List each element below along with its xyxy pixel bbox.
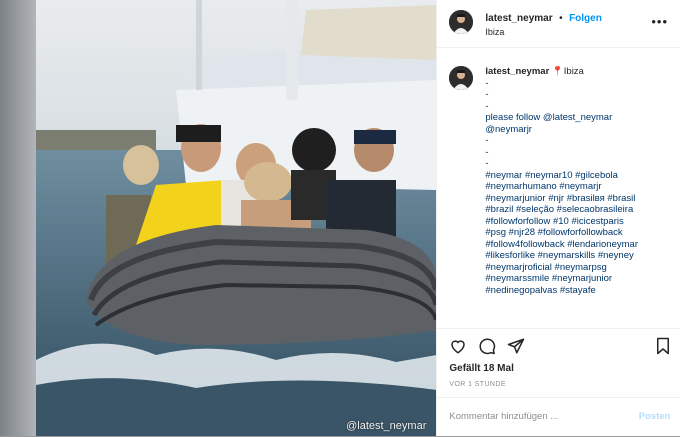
hashtag-line[interactable]: #nedinegopalvas #stayafe <box>485 285 638 297</box>
caption-line: - <box>485 100 489 112</box>
bookmark-icon[interactable] <box>655 337 671 355</box>
post-actions: Gefällt 18 Mal VOR 1 STUNDE Kommentar hi… <box>437 328 680 437</box>
header-location[interactable]: Ibiza <box>485 26 601 39</box>
comment-icon[interactable] <box>478 337 496 355</box>
location-pin-icon: 📍 <box>551 66 564 77</box>
post-timestamp[interactable]: VOR 1 STUNDE <box>449 381 506 388</box>
post-media[interactable]: @latest_neymar <box>36 0 437 436</box>
caption-avatar[interactable] <box>449 66 474 90</box>
post-modal: @latest_neymar latest_neymar • Folgen Ib… <box>36 0 680 436</box>
hashtag-line[interactable]: #brazil #seleção #selecaobrasileira <box>485 204 638 216</box>
caption-mention-line[interactable]: @neymarjr <box>485 124 638 136</box>
post-photo <box>36 0 437 436</box>
caption-text: latest_neymar 📍Ibiza - - - please follow… <box>485 66 638 296</box>
hashtag-line[interactable]: #psg #njr28 #followforfollowback <box>485 227 638 239</box>
caption-line: - <box>485 135 489 146</box>
action-icons <box>437 329 680 363</box>
caption-area: latest_neymar 📍Ibiza - - - please follow… <box>449 66 671 328</box>
share-icon[interactable] <box>507 337 525 355</box>
heart-icon[interactable] <box>449 337 467 355</box>
caption-mention-line[interactable]: please follow @latest_neymar <box>485 112 638 124</box>
caption-location: Ibiza <box>563 66 584 77</box>
caption-line: - <box>485 77 489 89</box>
caption-profile-picture <box>449 66 474 90</box>
header-separator: • <box>559 13 563 24</box>
caption-username[interactable]: latest_neymar <box>485 66 549 77</box>
caption-line: - <box>485 89 489 100</box>
hashtag-line[interactable]: #followforfollow #10 #icicestparis <box>485 216 638 228</box>
post-header: latest_neymar • Folgen Ibiza ••• <box>437 0 680 48</box>
comment-input[interactable]: Kommentar hinzufügen ... <box>449 411 558 422</box>
post-comment-button[interactable]: Posten <box>639 411 671 422</box>
ellipsis-icon[interactable]: ••• <box>651 14 668 29</box>
hashtag-line[interactable]: #neymarjroficial #neymarpsg <box>485 262 638 274</box>
caption-line: - <box>485 158 489 169</box>
watermark-text: @latest_neymar <box>346 420 427 432</box>
hashtag-line[interactable]: #neymarssmile #neymarjunior <box>485 273 638 285</box>
hashtag-line[interactable]: #likesforlike #neymarskills #neyney <box>485 250 638 262</box>
hashtag-line[interactable]: #neymarjunior #njr #brasilвя #brasil <box>485 193 638 205</box>
post-side-panel: latest_neymar • Folgen Ibiza ••• latest_… <box>436 0 680 436</box>
avatar[interactable] <box>449 10 474 34</box>
header-text: latest_neymar • Folgen Ibiza <box>485 10 601 39</box>
follow-button[interactable]: Folgen <box>569 13 602 24</box>
hashtag-line[interactable]: #neymarhumano #neymarjr <box>485 181 638 193</box>
hashtag-line[interactable]: #follow4followback #lendarioneymar <box>485 239 638 251</box>
comment-bar: Kommentar hinzufügen ... Posten <box>437 397 680 437</box>
profile-picture <box>449 10 474 34</box>
header-username[interactable]: latest_neymar <box>485 13 552 24</box>
hashtag-line[interactable]: #neymar #neymar10 #gilcebola <box>485 170 638 182</box>
like-count[interactable]: Gefällt 18 Mal <box>449 363 513 374</box>
caption-line: - <box>485 146 489 158</box>
